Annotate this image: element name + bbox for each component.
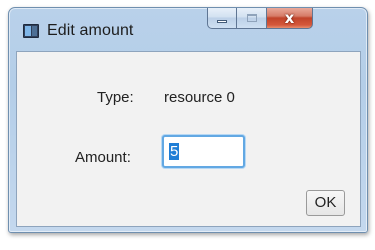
type-value: resource 0 — [164, 89, 235, 106]
dialog-window: Edit amount x Type: resource 0 Amount: 5… — [8, 7, 368, 233]
app-window-icon — [23, 24, 39, 38]
minimize-button[interactable] — [207, 8, 237, 29]
maximize-button — [237, 8, 267, 29]
amount-label: Amount: — [75, 149, 131, 166]
minimize-icon — [217, 19, 227, 23]
close-button[interactable]: x — [267, 8, 313, 29]
ok-button[interactable]: OK — [306, 190, 345, 216]
caption-buttons: x — [207, 8, 359, 29]
amount-input[interactable]: 5 — [162, 135, 245, 168]
amount-input-value: 5 — [169, 143, 180, 160]
maximize-icon — [246, 14, 257, 22]
type-label: Type: — [97, 89, 134, 106]
dialog-content: Type: resource 0 Amount: 5 OK — [16, 51, 361, 227]
title-bar[interactable]: Edit amount x — [9, 8, 367, 52]
close-icon: x — [284, 9, 295, 27]
window-title: Edit amount — [47, 22, 134, 39]
